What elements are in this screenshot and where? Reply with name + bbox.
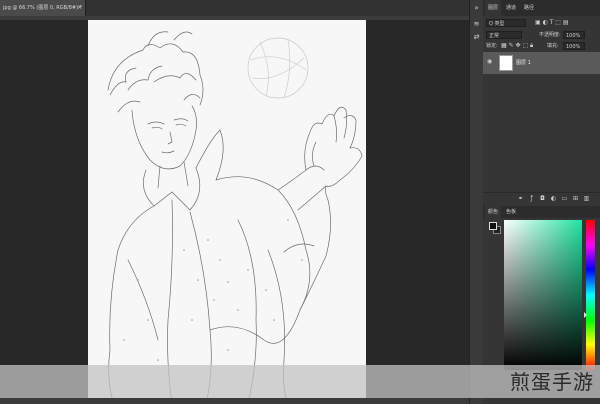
filter-icons[interactable]: ▣ ◐ T ⬚ ▤ [535, 19, 569, 27]
opacity-label: 不透明度: [539, 32, 561, 38]
layers-footer: ⚭ ƒ ◘ ◐ ▭ ⊞ ▥ [483, 192, 600, 204]
layer-thumbnail [499, 55, 513, 71]
close-icon[interactable]: × [77, 0, 82, 16]
color-tab-bar: 颜色 色板 [483, 206, 600, 218]
watermark-text: 煎蛋手游 [510, 370, 594, 394]
blend-mode-select[interactable]: 正常 [486, 31, 522, 39]
line-art-drawing [107, 31, 363, 404]
eye-icon[interactable]: ◉ [487, 58, 492, 66]
document-tab[interactable]: jpg @ 66.7% (图层 0, RGB/8#) * × [0, 0, 86, 16]
layers-tab-bar: 图层 通道 路径 [483, 0, 600, 16]
adjustment-layer-icon[interactable]: ◐ [550, 195, 557, 202]
hue-slider-handle[interactable] [584, 312, 587, 318]
collapse-arrows-icon[interactable]: » [472, 4, 481, 13]
document-canvas[interactable] [88, 20, 366, 404]
mask-icon[interactable]: ◘ [539, 195, 546, 202]
hue-slider[interactable] [586, 220, 595, 370]
foreground-color-swatch[interactable] [489, 222, 497, 230]
opacity-input[interactable]: 100% [563, 31, 585, 39]
tab-paths[interactable]: 路径 [521, 0, 537, 16]
layer-filter-select[interactable]: Q 类型 [486, 19, 526, 27]
color-field[interactable] [504, 220, 582, 370]
document-title: jpg @ 66.7% (图层 0, RGB/8#) * [3, 5, 83, 11]
trash-icon[interactable]: ▥ [583, 195, 590, 202]
link-icon[interactable]: ⚭ [517, 195, 524, 202]
right-panel: 图层 通道 路径 Q 类型 ▣ ◐ T ⬚ ▤ 正常 不透明度: 100% 锁定… [483, 0, 600, 404]
panel-dock-strip: » ≋ ⇄ [469, 0, 483, 404]
fx-icon[interactable]: ƒ [528, 195, 535, 202]
fill-label: 填充: [547, 43, 559, 49]
lock-icons[interactable]: ▦ ✎ ✥ ⬚ 🔒︎ [501, 42, 533, 50]
brush-settings-icon[interactable]: ≋ [472, 20, 481, 29]
document-tab-strip [86, 0, 469, 16]
tab-layers[interactable]: 图层 [485, 0, 502, 16]
adjust-icon[interactable]: ⇄ [472, 33, 481, 42]
tab-channels[interactable]: 通道 [503, 0, 519, 16]
new-layer-icon[interactable]: ⊞ [572, 195, 579, 202]
status-bar [0, 398, 469, 404]
fill-input[interactable]: 100% [563, 42, 585, 50]
tab-color[interactable]: 颜色 [485, 206, 502, 218]
tab-swatches[interactable]: 色板 [503, 206, 519, 218]
lock-label: 锁定: [486, 43, 498, 49]
layer-name[interactable]: 图层 1 [516, 59, 531, 67]
folder-icon[interactable]: ▭ [561, 195, 568, 202]
